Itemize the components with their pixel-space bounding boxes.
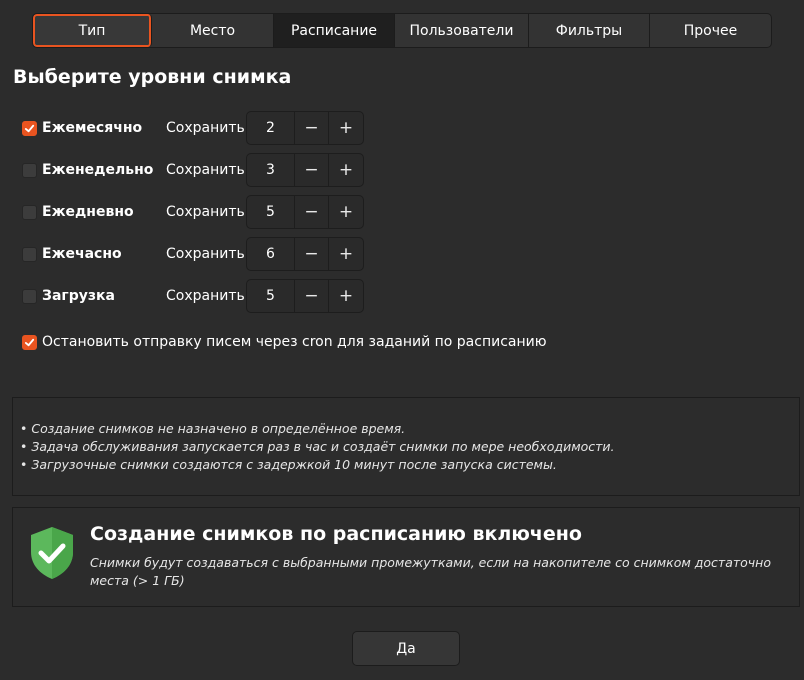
daily-keep-stepper: 5 − + [246,195,364,229]
boot-keep-stepper: 5 − + [246,279,364,313]
status-description: Снимки будут создаваться с выбранными пр… [90,555,772,588]
info-line: • Задача обслуживания запускается раз в … [20,439,615,454]
status-title: Создание снимков по расписанию включено [90,523,582,545]
hourly-label: Ежечасно [42,246,122,262]
hourly-keep-label: Сохранить [166,246,245,262]
daily-keep-value[interactable]: 5 [247,196,295,228]
tab-users[interactable]: Пользователи [395,14,529,47]
minus-icon[interactable]: − [295,112,329,144]
level-row-weekly: Еженедельно Сохранить 3 − + [22,153,364,187]
level-row-boot: Загрузка Сохранить 5 − + [22,279,364,313]
page-title: Выберите уровни снимка [13,66,292,88]
weekly-label: Еженедельно [42,162,154,178]
monthly-label: Ежемесячно [42,120,143,136]
monthly-checkbox[interactable] [22,120,37,136]
weekly-keep-value[interactable]: 3 [247,154,295,186]
boot-keep-label: Сохранить [166,288,245,304]
minus-icon[interactable]: − [295,196,329,228]
cron-email-label: Остановить отправку писем через cron для… [42,334,547,350]
level-row-hourly: Ежечасно Сохранить 6 − + [22,237,364,271]
tab-type[interactable]: Тип [33,14,152,47]
info-line: • Создание снимков не назначено в опреде… [20,421,406,436]
tab-schedule[interactable]: Расписание [274,14,395,47]
weekly-keep-stepper: 3 − + [246,153,364,187]
level-row-daily: Ежедневно Сохранить 5 − + [22,195,364,229]
hourly-checkbox[interactable] [22,246,37,262]
boot-keep-value[interactable]: 5 [247,280,295,312]
daily-keep-label: Сохранить [166,204,245,220]
check-icon [24,124,35,132]
tab-location[interactable]: Место [152,14,274,47]
tab-misc[interactable]: Прочее [650,14,771,47]
daily-label: Ежедневно [42,204,134,220]
schedule-status-panel: Создание снимков по расписанию включено … [12,507,800,607]
plus-icon[interactable]: + [329,154,363,186]
shield-check-icon [31,527,73,579]
minus-icon[interactable]: − [295,280,329,312]
weekly-keep-label: Сохранить [166,162,245,178]
monthly-keep-label: Сохранить [166,120,245,136]
check-icon [24,338,35,346]
monthly-keep-stepper: 2 − + [246,111,364,145]
weekly-checkbox[interactable] [22,162,37,178]
ok-button[interactable]: Да [352,631,460,666]
level-row-monthly: Ежемесячно Сохранить 2 − + [22,111,364,145]
boot-label: Загрузка [42,288,115,304]
cron-email-checkbox[interactable] [22,334,37,350]
hourly-keep-stepper: 6 − + [246,237,364,271]
minus-icon[interactable]: − [295,154,329,186]
info-line: • Загрузочные снимки создаются с задержк… [20,457,557,472]
plus-icon[interactable]: + [329,196,363,228]
schedule-info-panel: • Создание снимков не назначено в опреде… [12,397,800,496]
plus-icon[interactable]: + [329,112,363,144]
hourly-keep-value[interactable]: 6 [247,238,295,270]
tab-filters[interactable]: Фильтры [529,14,650,47]
minus-icon[interactable]: − [295,238,329,270]
daily-checkbox[interactable] [22,204,37,220]
boot-checkbox[interactable] [22,288,37,304]
cron-email-option: Остановить отправку писем через cron для… [22,334,547,350]
plus-icon[interactable]: + [329,280,363,312]
plus-icon[interactable]: + [329,238,363,270]
monthly-keep-value[interactable]: 2 [247,112,295,144]
tab-bar: Тип Место Расписание Пользователи Фильтр… [32,13,772,48]
